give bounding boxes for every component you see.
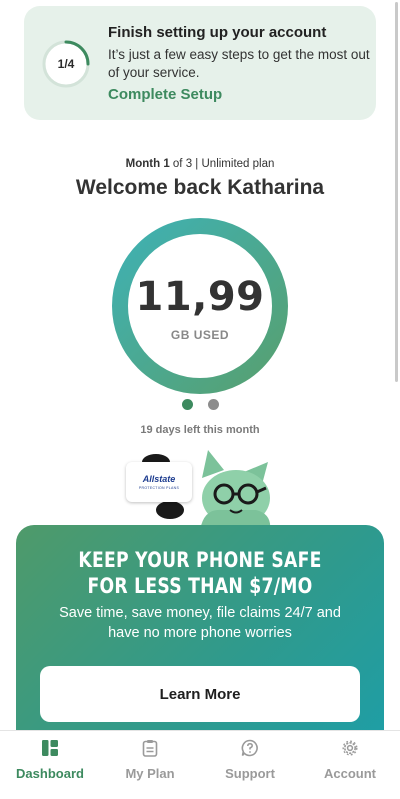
nav-label-account: Account: [324, 766, 376, 781]
days-left-text: 19 days left this month: [140, 424, 260, 436]
nav-item-account[interactable]: Account: [300, 731, 400, 799]
setup-progress-label: 1/4: [57, 57, 75, 71]
nav-item-my-plan[interactable]: My Plan: [100, 731, 200, 799]
month-total: of 3: [169, 158, 193, 170]
usage-unit: GB USED: [170, 328, 230, 342]
promo-title: KEEP YOUR PHONE SAFE FOR LESS THAN $7/MO: [49, 547, 351, 599]
learn-more-button[interactable]: Learn More: [40, 666, 360, 722]
plan-status: Month 1 of 3 | Unlimited plan: [0, 158, 400, 170]
carousel-dots: [180, 399, 220, 411]
data-usage-ring[interactable]: 11,99 GB USED: [110, 216, 290, 396]
promo-title-line-1: KEEP YOUR PHONE SAFE: [78, 548, 322, 572]
nav-item-support[interactable]: Support: [200, 731, 300, 799]
welcome-heading: Welcome back Katharina: [75, 176, 325, 199]
gear-icon: [342, 740, 358, 756]
bottom-nav: Dashboard My Plan Support Account: [0, 730, 400, 799]
setup-card[interactable]: 1/4 Finish setting up your account It’s …: [24, 6, 376, 120]
setup-title: Finish setting up your account: [108, 24, 327, 41]
plan-name: Unlimited plan: [201, 158, 275, 170]
carousel-dot-1[interactable]: [182, 399, 193, 410]
question-icon: [241, 739, 258, 757]
plan-separator: |: [192, 158, 202, 170]
nav-item-dashboard[interactable]: Dashboard: [0, 731, 100, 799]
insurance-card: Allstate PROTECTION PLANS: [126, 462, 192, 502]
mascot-illustration: Allstate PROTECTION PLANS: [120, 448, 280, 530]
setup-description: It’s just a few easy steps to get the mo…: [108, 47, 370, 80]
usage-value: 11,99: [135, 274, 265, 320]
setup-progress-ring: 1/4: [40, 38, 92, 90]
month-word: Month: [125, 158, 161, 170]
promo-title-line-2: FOR LESS THAN $7/MO: [87, 574, 313, 598]
nav-label-support: Support: [225, 766, 275, 781]
allstate-sub: PROTECTION PLANS: [138, 486, 180, 490]
allstate-logo: Allstate: [142, 474, 176, 484]
complete-setup-link[interactable]: Complete Setup: [108, 86, 222, 103]
nav-label-dashboard: Dashboard: [16, 766, 84, 781]
nav-label-my-plan: My Plan: [125, 766, 175, 781]
dashboard-icon: [42, 740, 58, 756]
clipboard-icon: [142, 740, 158, 757]
promo-card: KEEP YOUR PHONE SAFE FOR LESS THAN $7/MO…: [16, 525, 384, 745]
carousel-dot-2[interactable]: [208, 399, 219, 410]
promo-description: Save time, save money, file claims 24/7 …: [59, 605, 341, 641]
